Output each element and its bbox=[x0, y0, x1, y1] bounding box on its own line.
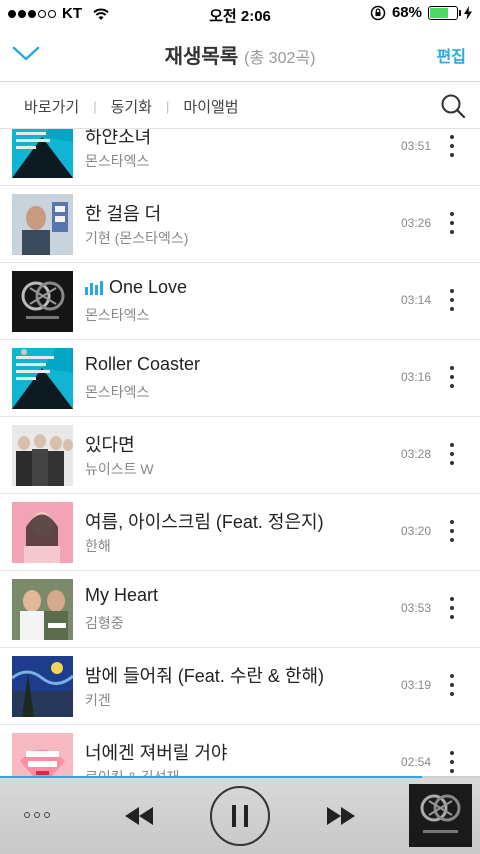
song-artist: 김형중 bbox=[85, 615, 124, 631]
song-title-text: 밤에 들어줘 (Feat. 수란 & 한해) bbox=[85, 666, 325, 686]
song-list: 하얀소녀몬스타엑스 03:51 한 걸음 더기현 (몬스타엑스) 03:26 One… bbox=[0, 129, 480, 777]
album-art bbox=[12, 733, 73, 777]
album-art bbox=[12, 502, 73, 563]
more-options-icon[interactable] bbox=[444, 670, 460, 700]
more-options-icon[interactable] bbox=[444, 593, 460, 623]
song-title: 있다면 bbox=[85, 431, 135, 457]
song-artist: 한해 bbox=[85, 538, 111, 554]
song-duration: 03:20 bbox=[400, 524, 431, 538]
song-duration: 03:16 bbox=[400, 370, 431, 384]
rotation-lock-icon bbox=[370, 5, 386, 20]
song-title: My Heart bbox=[85, 585, 158, 606]
song-row[interactable]: 있다면뉴이스트 W 03:28 bbox=[0, 417, 480, 494]
edit-button[interactable]: 편집 bbox=[437, 43, 466, 67]
more-menu-icon[interactable] bbox=[24, 812, 50, 818]
song-row[interactable]: One Love 몬스타엑스 03:14 bbox=[0, 263, 480, 340]
song-duration: 03:51 bbox=[400, 139, 431, 153]
song-duration: 03:14 bbox=[400, 293, 431, 307]
song-duration: 03:53 bbox=[400, 601, 431, 615]
mini-player bbox=[0, 778, 480, 854]
song-row[interactable]: 밤에 들어줘 (Feat. 수란 & 한해) 키겐 03:19 bbox=[0, 648, 480, 725]
album-art bbox=[12, 425, 73, 486]
charging-icon bbox=[464, 5, 472, 20]
song-title: 하얀소녀 bbox=[85, 129, 151, 149]
song-title-text: 너에겐 져버릴 거야 bbox=[85, 743, 228, 763]
now-playing-album-art[interactable] bbox=[409, 784, 472, 847]
song-title-text: 하얀소녀 bbox=[85, 129, 152, 147]
song-title-text: 여름, 아이스크림 (Feat. 정은지) bbox=[85, 512, 324, 532]
now-playing-equalizer-icon bbox=[85, 280, 103, 295]
song-title: 밤에 들어줘 (Feat. 수란 & 한해) bbox=[85, 662, 324, 688]
more-options-icon[interactable] bbox=[444, 131, 460, 161]
more-options-icon[interactable] bbox=[444, 747, 460, 777]
song-row[interactable]: Roller Coaster 몬스타엑스 03:16 bbox=[0, 340, 480, 417]
nav-divider: | bbox=[93, 99, 97, 114]
next-track-icon[interactable] bbox=[325, 805, 357, 827]
album-art bbox=[12, 129, 73, 178]
album-art bbox=[12, 194, 73, 255]
song-artist: 몬스타엑스 bbox=[85, 384, 150, 400]
more-options-icon[interactable] bbox=[444, 516, 460, 546]
more-options-icon[interactable] bbox=[444, 285, 460, 315]
song-row[interactable]: 너에겐 져버릴 거야 로이킴 & 김선재 02:54 bbox=[0, 725, 480, 777]
song-count: (총 302곡) bbox=[244, 50, 316, 67]
song-title: 한 걸음 더 bbox=[85, 200, 161, 226]
song-row[interactable]: 여름, 아이스크림 (Feat. 정은지) 한해 03:20 bbox=[0, 494, 480, 571]
song-artist: 뉴이스트 W bbox=[85, 461, 154, 477]
song-row[interactable]: 한 걸음 더기현 (몬스타엑스) 03:26 bbox=[0, 186, 480, 263]
battery-icon bbox=[428, 5, 461, 20]
song-title-text: My Heart bbox=[85, 585, 159, 605]
song-title: One Love bbox=[85, 277, 187, 298]
song-title: Roller Coaster bbox=[85, 354, 200, 375]
song-artist: 몬스타엑스 bbox=[85, 307, 150, 323]
nav-item-shortcut[interactable]: 바로가기 bbox=[24, 96, 79, 117]
album-art bbox=[12, 271, 73, 332]
song-title-text: 있다면 bbox=[85, 435, 135, 455]
more-options-icon[interactable] bbox=[444, 208, 460, 238]
pause-button[interactable] bbox=[210, 786, 270, 846]
song-artist: 기현 (몬스타엑스) bbox=[85, 230, 189, 246]
album-art bbox=[12, 656, 73, 717]
previous-track-icon[interactable] bbox=[123, 805, 155, 827]
song-row[interactable]: 하얀소녀몬스타엑스 03:51 bbox=[0, 129, 480, 186]
album-art bbox=[12, 579, 73, 640]
song-row[interactable]: My Heart 김형중 03:53 bbox=[0, 571, 480, 648]
nav-item-my-album[interactable]: 마이앨범 bbox=[183, 96, 238, 117]
more-options-icon[interactable] bbox=[444, 439, 460, 469]
battery-percent: 68% bbox=[391, 4, 422, 21]
song-title: 너에겐 져버릴 거야 bbox=[85, 739, 227, 765]
chevron-down-icon[interactable] bbox=[12, 44, 40, 64]
song-artist: 키겐 bbox=[85, 692, 111, 708]
playlist-header: 재생목록 (총 302곡) 편집 bbox=[0, 28, 480, 82]
status-right: 68% bbox=[370, 4, 472, 21]
album-art bbox=[12, 348, 73, 409]
song-artist: 몬스타엑스 bbox=[85, 153, 150, 169]
song-duration: 03:28 bbox=[400, 447, 431, 461]
song-title-text: 한 걸음 더 bbox=[85, 204, 162, 224]
song-duration: 02:54 bbox=[400, 755, 431, 769]
page-title: 재생목록 bbox=[164, 46, 239, 68]
song-duration: 03:19 bbox=[400, 678, 431, 692]
song-title-text: Roller Coaster bbox=[85, 354, 201, 374]
song-title: 여름, 아이스크림 (Feat. 정은지) bbox=[85, 508, 324, 534]
status-bar: KT 오전 2:06 68% bbox=[0, 0, 480, 28]
nav-divider: | bbox=[166, 99, 170, 114]
more-options-icon[interactable] bbox=[444, 362, 460, 392]
search-icon[interactable] bbox=[440, 93, 466, 119]
shortcut-nav: 바로가기 | 동기화 | 마이앨범 bbox=[0, 83, 480, 129]
song-title-text: One Love bbox=[109, 277, 188, 297]
nav-items: 바로가기 | 동기화 | 마이앨범 bbox=[24, 96, 239, 117]
nav-item-sync[interactable]: 동기화 bbox=[111, 96, 152, 117]
title-group: 재생목록 (총 302곡) bbox=[165, 40, 316, 69]
song-duration: 03:26 bbox=[400, 216, 431, 230]
